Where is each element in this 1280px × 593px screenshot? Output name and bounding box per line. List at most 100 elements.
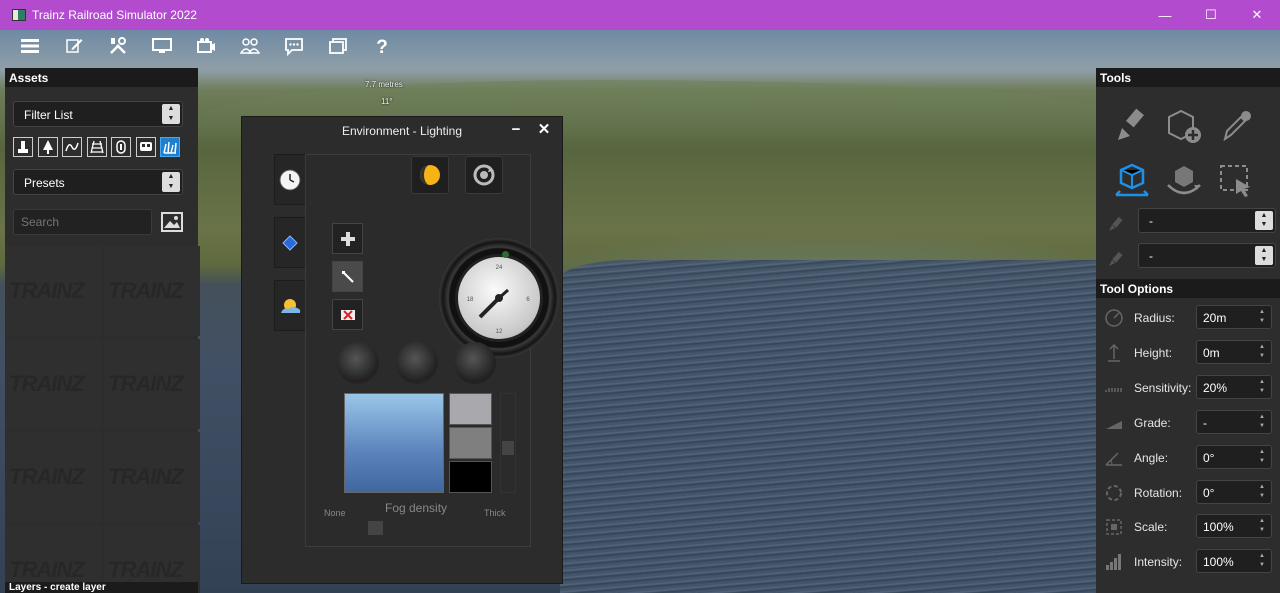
filter-list-select[interactable]: Filter List ▲ ▼: [13, 101, 183, 127]
signal-icon: [116, 140, 126, 154]
asset-tile[interactable]: TRAINZ: [104, 339, 200, 429]
select-area-tool[interactable]: [1210, 153, 1262, 208]
sun-button[interactable]: [411, 156, 449, 194]
intensity-input[interactable]: 100% ▲ ▼: [1196, 549, 1272, 573]
sensitivity-spinner[interactable]: ▲ ▼: [1255, 378, 1269, 396]
brush-select-1-spinner[interactable]: ▲ ▼: [1255, 211, 1273, 230]
multiplayer-button[interactable]: [232, 31, 267, 61]
height-input[interactable]: 0m ▲ ▼: [1196, 340, 1272, 364]
image-view-button[interactable]: [161, 211, 183, 233]
tab-sky[interactable]: [274, 280, 306, 331]
fog-density-slider[interactable]: [318, 521, 514, 535]
menu-button[interactable]: [12, 31, 47, 61]
svg-text:12: 12: [496, 329, 503, 335]
display-button[interactable]: [144, 31, 179, 61]
paint-tool[interactable]: [1106, 98, 1158, 153]
asset-tile[interactable]: TRAINZ: [104, 246, 200, 336]
height-spinner[interactable]: ▲ ▼: [1255, 343, 1269, 361]
brush-select-2-spinner[interactable]: ▲ ▼: [1255, 246, 1273, 265]
filter-list-value: Filter List: [24, 108, 73, 122]
scrollbar-thumb[interactable]: [502, 441, 514, 455]
layers-button[interactable]: [320, 31, 355, 61]
rotate-object-tool[interactable]: [1158, 153, 1210, 208]
angle-input[interactable]: 0° ▲ ▼: [1196, 445, 1272, 469]
option-radius: Radius: 20m ▲ ▼: [1096, 302, 1280, 332]
brush-select-2[interactable]: - ▲ ▼: [1138, 243, 1276, 268]
asset-tile[interactable]: TRAINZ: [5, 246, 101, 336]
grade-spinner[interactable]: ▲ ▼: [1255, 413, 1269, 431]
green-light-knob[interactable]: [396, 342, 438, 384]
edit-keyframe-button[interactable]: [332, 261, 363, 292]
scale-icon: [1106, 519, 1122, 535]
presets-spinner[interactable]: ▲ ▼: [162, 172, 180, 192]
option-value: 20m: [1203, 311, 1227, 325]
dialog-header[interactable]: Environment - Lighting − ✕: [242, 117, 562, 144]
fog-swatch-light[interactable]: [449, 393, 492, 425]
brush-select-1-value: -: [1149, 214, 1153, 228]
chat-icon: [284, 38, 303, 56]
asset-tile[interactable]: TRAINZ: [5, 432, 101, 522]
reset-button[interactable]: [465, 156, 503, 194]
add-keyframe-button[interactable]: [332, 223, 363, 254]
height-icon: [1108, 343, 1120, 362]
grade-input[interactable]: - ▲ ▼: [1196, 410, 1272, 434]
filter-spline-button[interactable]: [62, 137, 82, 157]
sky-color-preview[interactable]: [344, 393, 444, 493]
radius-input[interactable]: 20m ▲ ▼: [1196, 305, 1272, 329]
presets-select[interactable]: Presets ▲ ▼: [13, 169, 183, 195]
asset-tile[interactable]: TRAINZ: [5, 339, 101, 429]
scale-input[interactable]: 100% ▲ ▼: [1196, 514, 1272, 538]
filter-scenery-button[interactable]: [37, 137, 58, 157]
track-icon: [89, 140, 104, 154]
camera-button[interactable]: [188, 31, 223, 61]
close-window-button[interactable]: ✕: [1234, 0, 1280, 30]
edit-button[interactable]: [56, 31, 91, 61]
intensity-spinner[interactable]: ▲ ▼: [1255, 552, 1269, 570]
move-object-tool[interactable]: [1106, 153, 1158, 208]
fog-swatch-mid[interactable]: [449, 427, 492, 459]
presets-value: Presets: [24, 176, 65, 190]
help-button[interactable]: ?: [364, 31, 399, 61]
option-grade: Grade: - ▲ ▼: [1096, 407, 1280, 437]
filter-object-button[interactable]: [111, 137, 131, 157]
chat-button[interactable]: [276, 31, 311, 61]
swatch-scrollbar[interactable]: [500, 393, 516, 493]
dialog-minimize-button[interactable]: −: [508, 122, 524, 138]
wand-icon: [341, 270, 354, 283]
clock-hands-icon: 24 6 12 18: [467, 265, 531, 335]
tab-weather[interactable]: [274, 217, 306, 268]
sun-cloud-icon: [281, 298, 301, 313]
brush-select-1[interactable]: - ▲ ▼: [1138, 208, 1276, 233]
fog-slider-thumb[interactable]: [368, 521, 383, 535]
filter-train-button[interactable]: [135, 137, 156, 157]
tab-time[interactable]: [274, 154, 306, 205]
tools-button[interactable]: [100, 31, 135, 61]
asset-tile[interactable]: TRAINZ: [104, 432, 200, 522]
option-label: Sensitivity:: [1134, 381, 1192, 395]
filter-tool-button[interactable]: [13, 137, 33, 157]
time-dial[interactable]: 24 6 12 18: [439, 238, 559, 358]
minimize-button[interactable]: —: [1142, 0, 1188, 30]
red-light-knob[interactable]: [337, 342, 379, 384]
radius-spinner[interactable]: ▲ ▼: [1255, 308, 1269, 326]
maximize-button[interactable]: ☐: [1188, 0, 1234, 30]
rotation-input[interactable]: 0° ▲ ▼: [1196, 480, 1272, 504]
rotation-spinner[interactable]: ▲ ▼: [1255, 483, 1269, 501]
filter-track-button[interactable]: [86, 137, 107, 157]
option-label: Height:: [1134, 346, 1173, 360]
filter-list-spinner[interactable]: ▲ ▼: [162, 104, 180, 124]
fog-swatch-dark[interactable]: [449, 461, 492, 493]
angle-spinner[interactable]: ▲ ▼: [1255, 448, 1269, 466]
marquee-select-icon: [1220, 164, 1250, 197]
dialog-close-button[interactable]: ✕: [536, 122, 552, 138]
sensitivity-input[interactable]: 20% ▲ ▼: [1196, 375, 1272, 399]
delete-keyframe-button[interactable]: [332, 299, 363, 330]
option-label: Grade:: [1134, 416, 1171, 430]
asset-search-input[interactable]: [13, 209, 152, 235]
blue-light-knob[interactable]: [454, 342, 496, 384]
layers-header[interactable]: Layers - create layer: [5, 582, 198, 593]
scale-spinner[interactable]: ▲ ▼: [1255, 517, 1269, 535]
add-object-tool[interactable]: [1158, 98, 1210, 153]
filter-environment-button[interactable]: [160, 137, 180, 157]
eyedropper-tool[interactable]: [1210, 98, 1262, 153]
